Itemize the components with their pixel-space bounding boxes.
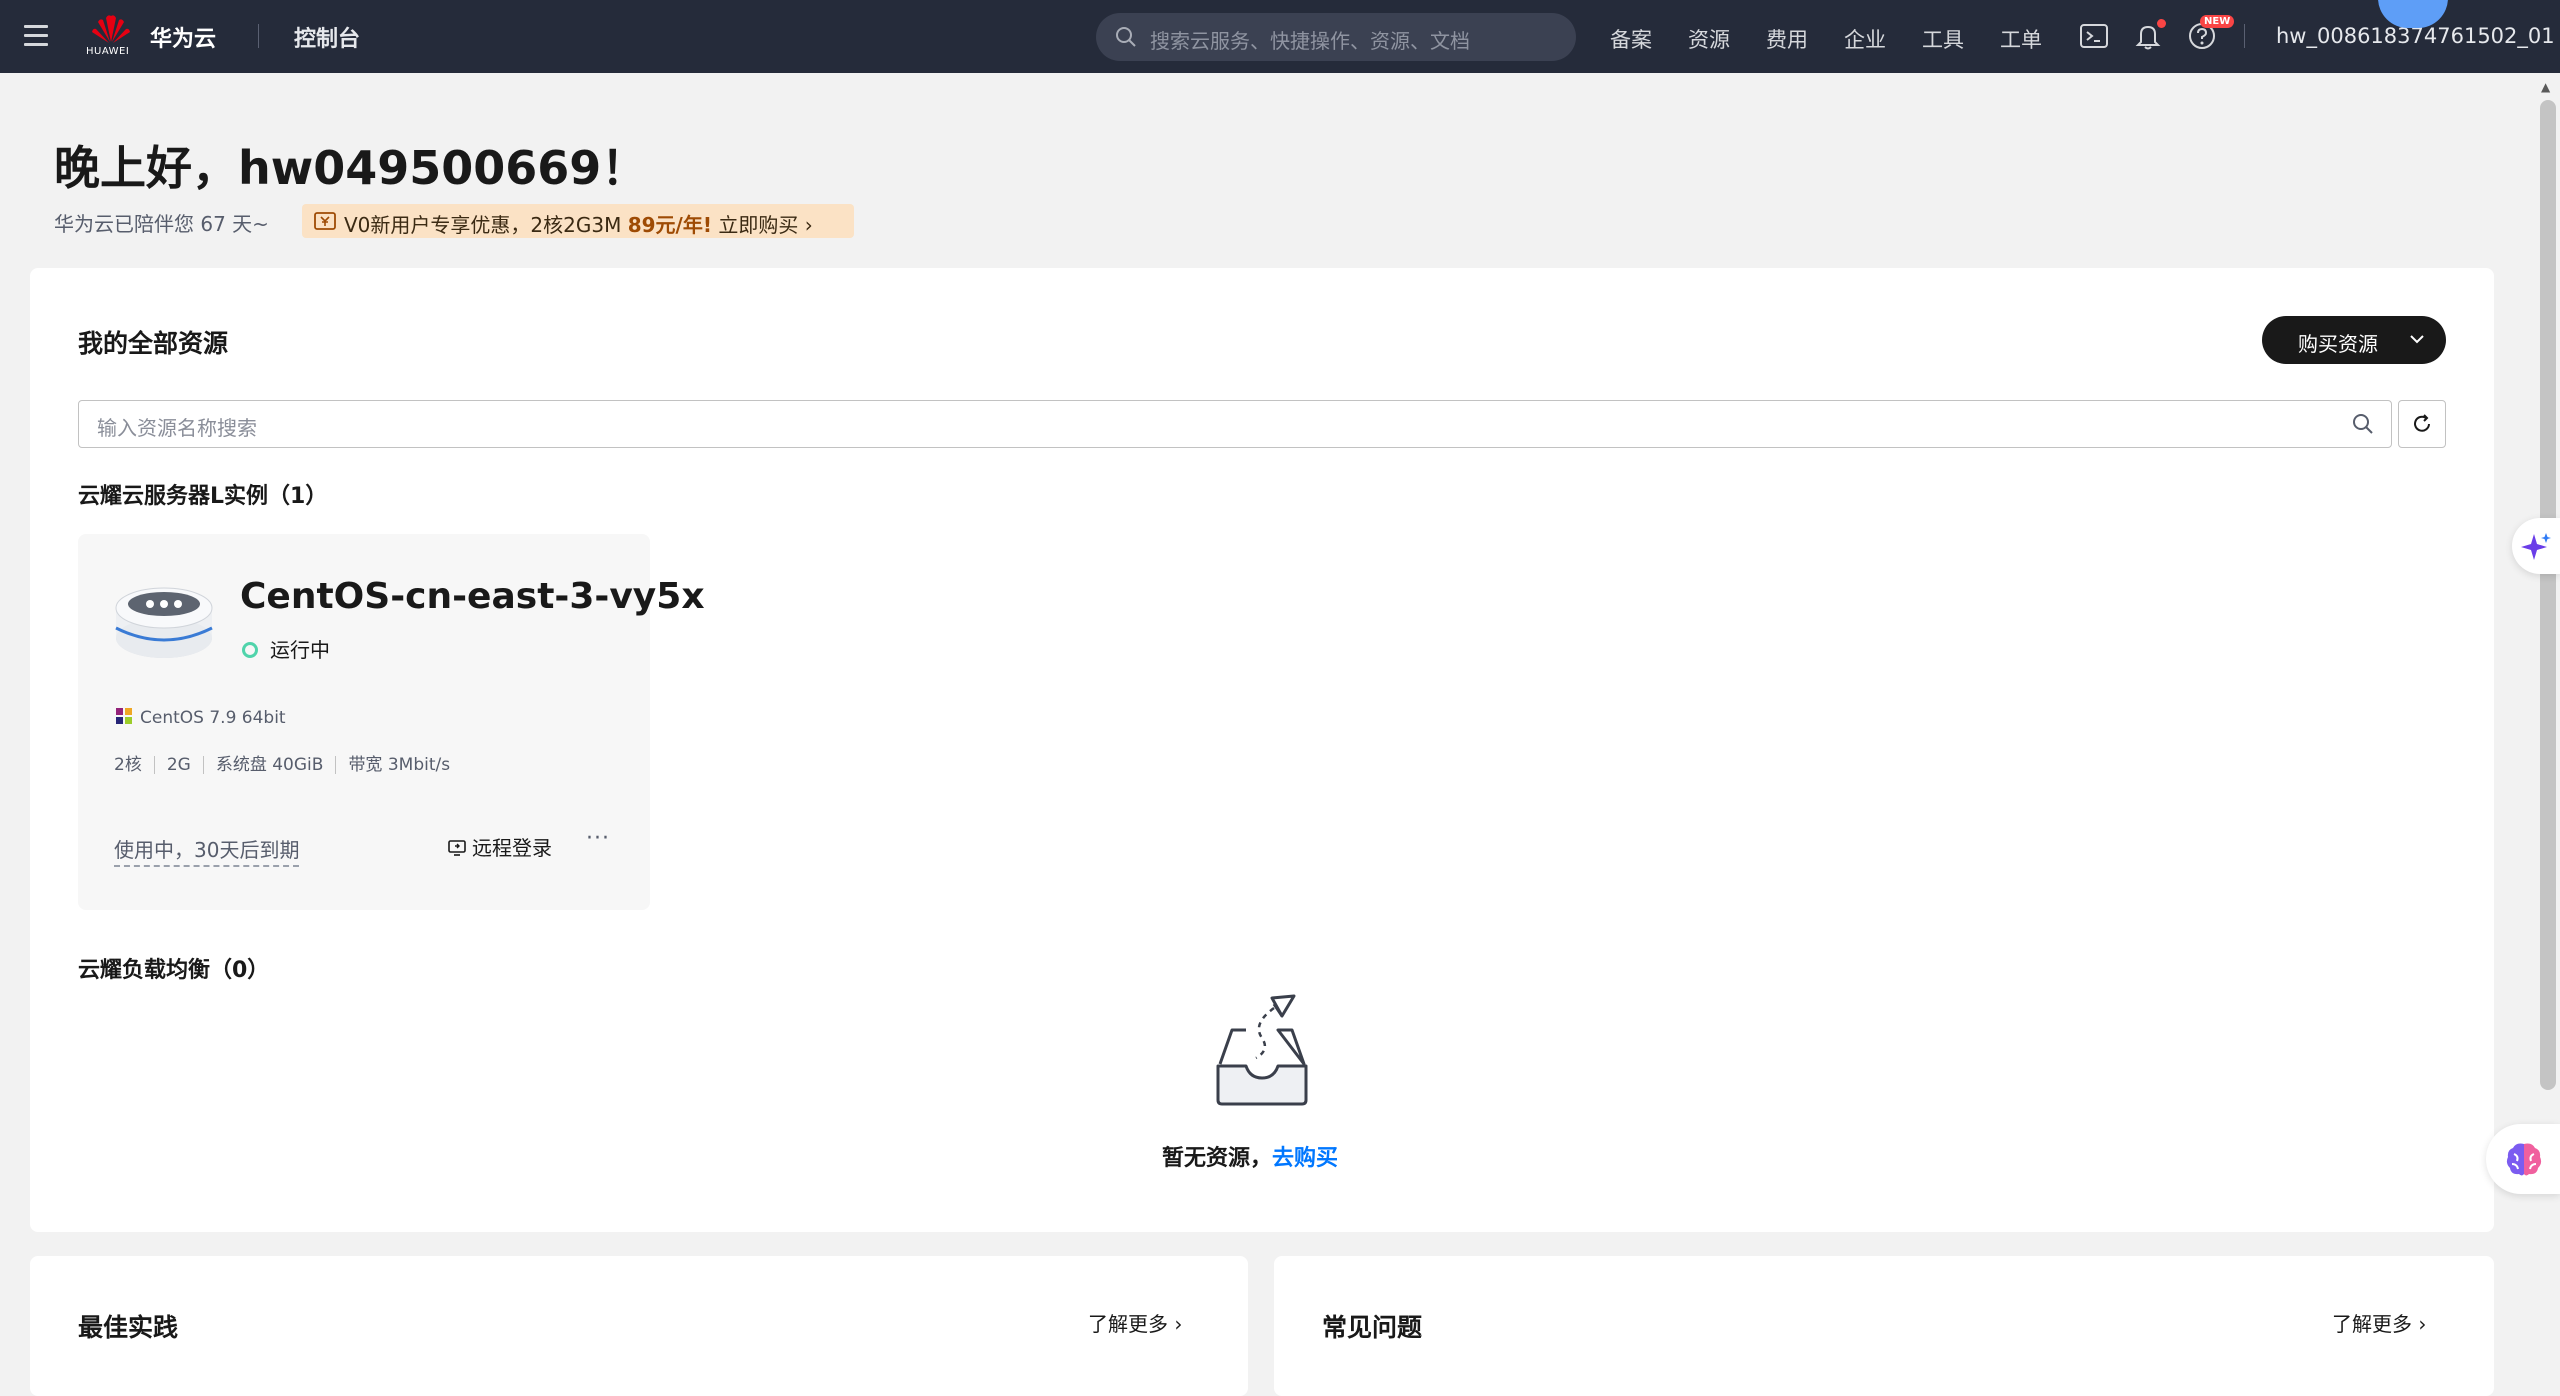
global-search-input[interactable]: 搜索云服务、快捷操作、资源、文档	[1096, 13, 1576, 61]
ai-brain-button[interactable]	[2486, 1124, 2560, 1194]
best-practice-card	[30, 1256, 1248, 1396]
sparkle-icon	[2521, 533, 2551, 560]
best-practice-title: 最佳实践	[78, 1313, 179, 1342]
nav-tickets[interactable]: 工单	[2000, 24, 2042, 54]
remote-login-button[interactable]: 远程登录	[448, 832, 552, 861]
new-badge: NEW	[2200, 15, 2235, 28]
spec-cpu: 2核	[114, 755, 142, 775]
divider	[258, 24, 259, 48]
remote-login-label: 远程登录	[472, 836, 552, 860]
empty-text: 暂无资源，	[1162, 1146, 1273, 1171]
faq-card	[1274, 1256, 2494, 1396]
search-icon[interactable]	[2351, 412, 2375, 436]
notification-dot	[2157, 19, 2166, 28]
instance-status: 运行中	[242, 634, 330, 663]
buy-resources-button[interactable]: 购买资源	[2262, 316, 2446, 364]
promo-cta: 立即购买	[711, 213, 799, 237]
chevron-right-icon: ›	[1174, 1312, 1183, 1336]
search-icon	[1116, 27, 1136, 47]
buy-resources-label: 购买资源	[2298, 332, 2378, 356]
divider	[2244, 24, 2245, 48]
promo-banner[interactable]: V0新用户专享优惠，2核2G3M 89元/年! 立即购买 ›	[302, 204, 854, 238]
search-placeholder: 搜索云服务、快捷操作、资源、文档	[1150, 29, 1470, 53]
centos-icon	[116, 708, 132, 724]
top-navbar: HUAWEI 华为云 控制台 搜索云服务、快捷操作、资源、文档 备案 资源 费用…	[0, 0, 2560, 73]
faq-more-link[interactable]: 了解更多 ›	[2332, 1308, 2426, 1337]
nav-beian[interactable]: 备案	[1610, 24, 1652, 54]
resource-search-placeholder: 输入资源名称搜索	[97, 416, 257, 440]
empty-inbox-icon	[1216, 994, 1308, 1106]
refresh-icon	[2414, 414, 2430, 432]
coupon-icon	[314, 212, 336, 230]
learn-more-label: 了解更多	[2332, 1312, 2412, 1336]
more-actions-icon[interactable]: ···	[586, 826, 610, 851]
brain-icon	[2506, 1143, 2542, 1176]
brand-name[interactable]: 华为云	[150, 21, 216, 53]
resource-search-input[interactable]: 输入资源名称搜索	[78, 400, 2392, 448]
nav-enterprise[interactable]: 企业	[1844, 24, 1886, 54]
resources-title: 我的全部资源	[78, 329, 229, 358]
console-title[interactable]: 控制台	[294, 21, 360, 53]
instance-card[interactable]: CentOS-cn-east-3-vy5x 运行中 CentOS 7.9 64b…	[78, 534, 705, 910]
status-label: 运行中	[270, 638, 330, 662]
promo-text: V0新用户专享优惠，2核2G3M	[344, 213, 628, 237]
monitor-icon	[448, 839, 466, 856]
nav-resources[interactable]: 资源	[1688, 24, 1730, 54]
menu-icon[interactable]	[24, 25, 48, 47]
chevron-right-icon: ›	[2418, 1312, 2427, 1336]
os-label: CentOS 7.9 64bit	[140, 708, 286, 728]
nav-billing[interactable]: 费用	[1766, 24, 1808, 54]
terminal-icon[interactable]	[2078, 20, 2110, 52]
spec-memory: 2G	[166, 755, 191, 775]
status-running-icon	[242, 641, 258, 658]
spec-disk: 系统盘 40GiB	[215, 755, 324, 775]
huawei-logo[interactable]: HUAWEI	[86, 12, 136, 60]
learn-more-label: 了解更多	[1088, 1312, 1168, 1336]
greeting-title: 晚上好，hw049500669！	[54, 141, 648, 195]
chevron-down-icon	[2410, 335, 2424, 344]
refresh-button[interactable]	[2398, 400, 2446, 448]
go-buy-link[interactable]: 去购买	[1272, 1146, 1338, 1171]
promo-price: 89元/年!	[627, 213, 712, 237]
chevron-right-icon: ›	[804, 213, 813, 237]
server-icon	[115, 587, 213, 658]
best-practice-more-link[interactable]: 了解更多 ›	[1088, 1308, 1182, 1337]
nav-tools[interactable]: 工具	[1922, 24, 1964, 54]
instance-specs: 2核 2G 系统盘 40GiB 带宽 3Mbit/s	[114, 750, 450, 775]
empty-state: 暂无资源，去购买	[1162, 1140, 1338, 1172]
logo-text: HUAWEI	[86, 46, 130, 57]
scrollbar-thumb[interactable]	[2540, 100, 2556, 1090]
ai-assistant-button[interactable]	[2512, 518, 2560, 574]
instance-os: CentOS 7.9 64bit	[114, 708, 286, 728]
lb-section-title: 云耀负载均衡（0）	[78, 958, 270, 983]
companion-days: 华为云已陪伴您 67 天~	[54, 212, 269, 236]
scroll-up-icon[interactable]: ▲	[2541, 80, 2550, 94]
instance-name[interactable]: CentOS-cn-east-3-vy5x	[240, 576, 705, 617]
faq-title: 常见问题	[1322, 1313, 1423, 1342]
expiry-status[interactable]: 使用中，30天后到期	[114, 834, 300, 867]
spec-bandwidth: 带宽 3Mbit/s	[348, 755, 451, 775]
bell-icon[interactable]	[2132, 19, 2166, 52]
l-instance-section-title: 云耀云服务器L实例（1）	[78, 484, 328, 509]
